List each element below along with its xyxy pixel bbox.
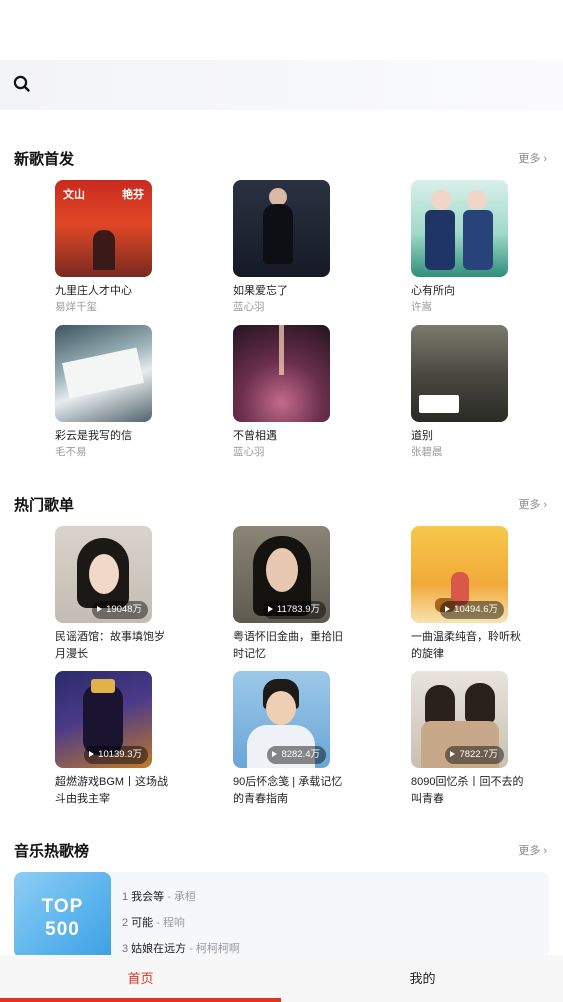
song-card[interactable]: 不曾相遇 蓝心羽 <box>233 325 363 460</box>
chart-card[interactable]: TOP 500 1 我会等 - 承桓 2 可能 - 程响 3 姑娘在远方 - 柯柯柯啊 <box>14 872 549 958</box>
playlist-cover: 7822.7万 <box>411 671 508 768</box>
rank-song: 我会等 <box>131 891 165 903</box>
play-count: 10139.3万 <box>98 749 142 760</box>
chevron-right-icon: › <box>543 153 547 165</box>
play-icon <box>97 606 103 612</box>
play-icon <box>89 751 95 757</box>
more-label: 更多 <box>518 153 541 165</box>
album-cover: 文山 艳芬 <box>55 180 152 277</box>
song-card[interactable]: 如果爱忘了 蓝心羽 <box>233 180 363 315</box>
song-card[interactable]: 文山 艳芬 九里庄人才中心 易烊千玺 <box>55 180 185 315</box>
cover-art-text: 文山 <box>63 189 85 201</box>
song-title: 心有所向 <box>411 285 455 297</box>
chart-rank-item[interactable]: 2 可能 - 程响 <box>122 914 185 930</box>
playlist-cover: 8282.4万 <box>233 671 330 768</box>
search-icon[interactable] <box>13 75 31 93</box>
section-title-new-songs: 新歌首发 <box>14 151 75 168</box>
playlist-title: 民谣酒馆：故事填饱岁月漫长 <box>55 631 165 660</box>
hot-playlists-more-link[interactable]: 更多 › <box>518 496 547 512</box>
chart-cover: TOP 500 <box>14 872 111 958</box>
section-title-hot-chart: 音乐热歌榜 <box>14 843 90 860</box>
play-count-badge: 7822.7万 <box>445 746 504 764</box>
song-card[interactable]: 心有所向 许嵩 <box>411 180 541 315</box>
rank-number: 3 <box>122 943 129 955</box>
playlist-card[interactable]: 7822.7万 8090回忆杀丨回不去的叫青春 <box>411 671 541 808</box>
chart-rank-item[interactable]: 1 我会等 - 承桓 <box>122 888 196 904</box>
play-count-badge: 8282.4万 <box>267 746 326 764</box>
tab-home-label: 首页 <box>127 971 154 986</box>
song-artist: 张碧晨 <box>411 446 443 458</box>
album-cover <box>233 180 330 277</box>
chart-cover-line2: 500 <box>45 919 80 940</box>
play-icon <box>272 751 278 757</box>
song-title: 如果爱忘了 <box>233 285 288 297</box>
song-artist: 易烊千玺 <box>55 301 97 313</box>
song-artist: 蓝心羽 <box>233 446 265 458</box>
play-count: 11783.9万 <box>276 604 320 615</box>
play-icon <box>450 751 456 757</box>
cover-art-text: 艳芬 <box>122 189 144 201</box>
section-title-hot-playlists: 热门歌单 <box>14 497 75 514</box>
new-songs-more-link[interactable]: 更多 › <box>518 150 547 166</box>
playlist-card[interactable]: 10494.6万 一曲温柔纯音，聆听秋的旋律 <box>411 526 541 663</box>
chevron-right-icon: › <box>543 845 547 857</box>
play-count-badge: 10139.3万 <box>84 746 148 764</box>
rank-artist: - 柯柯柯啊 <box>189 943 240 955</box>
hot-chart-more-link[interactable]: 更多 › <box>518 842 547 858</box>
play-count: 8282.4万 <box>281 749 320 760</box>
album-cover <box>411 180 508 277</box>
playlist-title: 90后怀念笺 | 承载记忆的青春指南 <box>233 776 343 805</box>
tab-mine[interactable]: 我的 <box>282 955 563 1002</box>
rank-song: 姑娘在远方 <box>131 943 187 955</box>
song-title: 彩云是我写的信 <box>55 430 132 442</box>
playlist-title: 粤语怀旧金曲，重拾旧时记忆 <box>233 631 343 660</box>
chevron-right-icon: › <box>543 499 547 511</box>
playlist-title: 超燃游戏BGM丨这场战斗由我主宰 <box>55 776 169 805</box>
more-label: 更多 <box>518 845 541 857</box>
search-bar[interactable] <box>0 60 563 110</box>
playlist-cover: 10494.6万 <box>411 526 508 623</box>
song-artist: 许嵩 <box>411 301 432 313</box>
rank-song: 可能 <box>131 917 154 929</box>
playlist-card[interactable]: 10139.3万 超燃游戏BGM丨这场战斗由我主宰 <box>55 671 185 808</box>
tab-mine-label: 我的 <box>409 971 436 986</box>
chart-cover-line1: TOP <box>41 896 84 917</box>
song-artist: 蓝心羽 <box>233 301 265 313</box>
play-count: 10494.6万 <box>454 604 498 615</box>
album-cover <box>55 325 152 422</box>
play-icon <box>267 606 273 612</box>
active-tab-indicator <box>0 998 281 1002</box>
bottom-tab-bar: 首页 我的 <box>0 955 563 1002</box>
chart-rank-item[interactable]: 3 姑娘在远方 - 柯柯柯啊 <box>122 940 240 956</box>
playlist-title: 8090回忆杀丨回不去的叫青春 <box>411 776 524 805</box>
playlist-cover: 19048万 <box>55 526 152 623</box>
song-title: 九里庄人才中心 <box>55 285 132 297</box>
play-count: 19048万 <box>106 604 142 615</box>
playlist-title: 一曲温柔纯音，聆听秋的旋律 <box>411 631 521 660</box>
playlist-card[interactable]: 11783.9万 粤语怀旧金曲，重拾旧时记忆 <box>233 526 363 663</box>
playlist-cover: 11783.9万 <box>233 526 330 623</box>
song-card[interactable]: 彩云是我写的信 毛不易 <box>55 325 185 460</box>
playlist-cover: 10139.3万 <box>55 671 152 768</box>
rank-artist: - 承桓 <box>167 891 196 903</box>
album-cover <box>411 325 508 422</box>
rank-number: 1 <box>122 891 129 903</box>
play-count-badge: 19048万 <box>92 601 148 619</box>
album-cover <box>233 325 330 422</box>
rank-artist: - 程响 <box>156 917 185 929</box>
song-artist: 毛不易 <box>55 446 87 458</box>
tab-home[interactable]: 首页 <box>0 955 281 1002</box>
playlist-card[interactable]: 19048万 民谣酒馆：故事填饱岁月漫长 <box>55 526 185 663</box>
play-count-badge: 10494.6万 <box>440 601 504 619</box>
song-title: 不曾相遇 <box>233 430 277 442</box>
song-title: 道别 <box>411 430 433 442</box>
play-count-badge: 11783.9万 <box>262 601 326 619</box>
play-icon <box>445 606 451 612</box>
song-card[interactable]: 道别 张碧晨 <box>411 325 541 460</box>
play-count: 7822.7万 <box>459 749 498 760</box>
rank-number: 2 <box>122 917 129 929</box>
playlist-card[interactable]: 8282.4万 90后怀念笺 | 承载记忆的青春指南 <box>233 671 363 808</box>
more-label: 更多 <box>518 499 541 511</box>
